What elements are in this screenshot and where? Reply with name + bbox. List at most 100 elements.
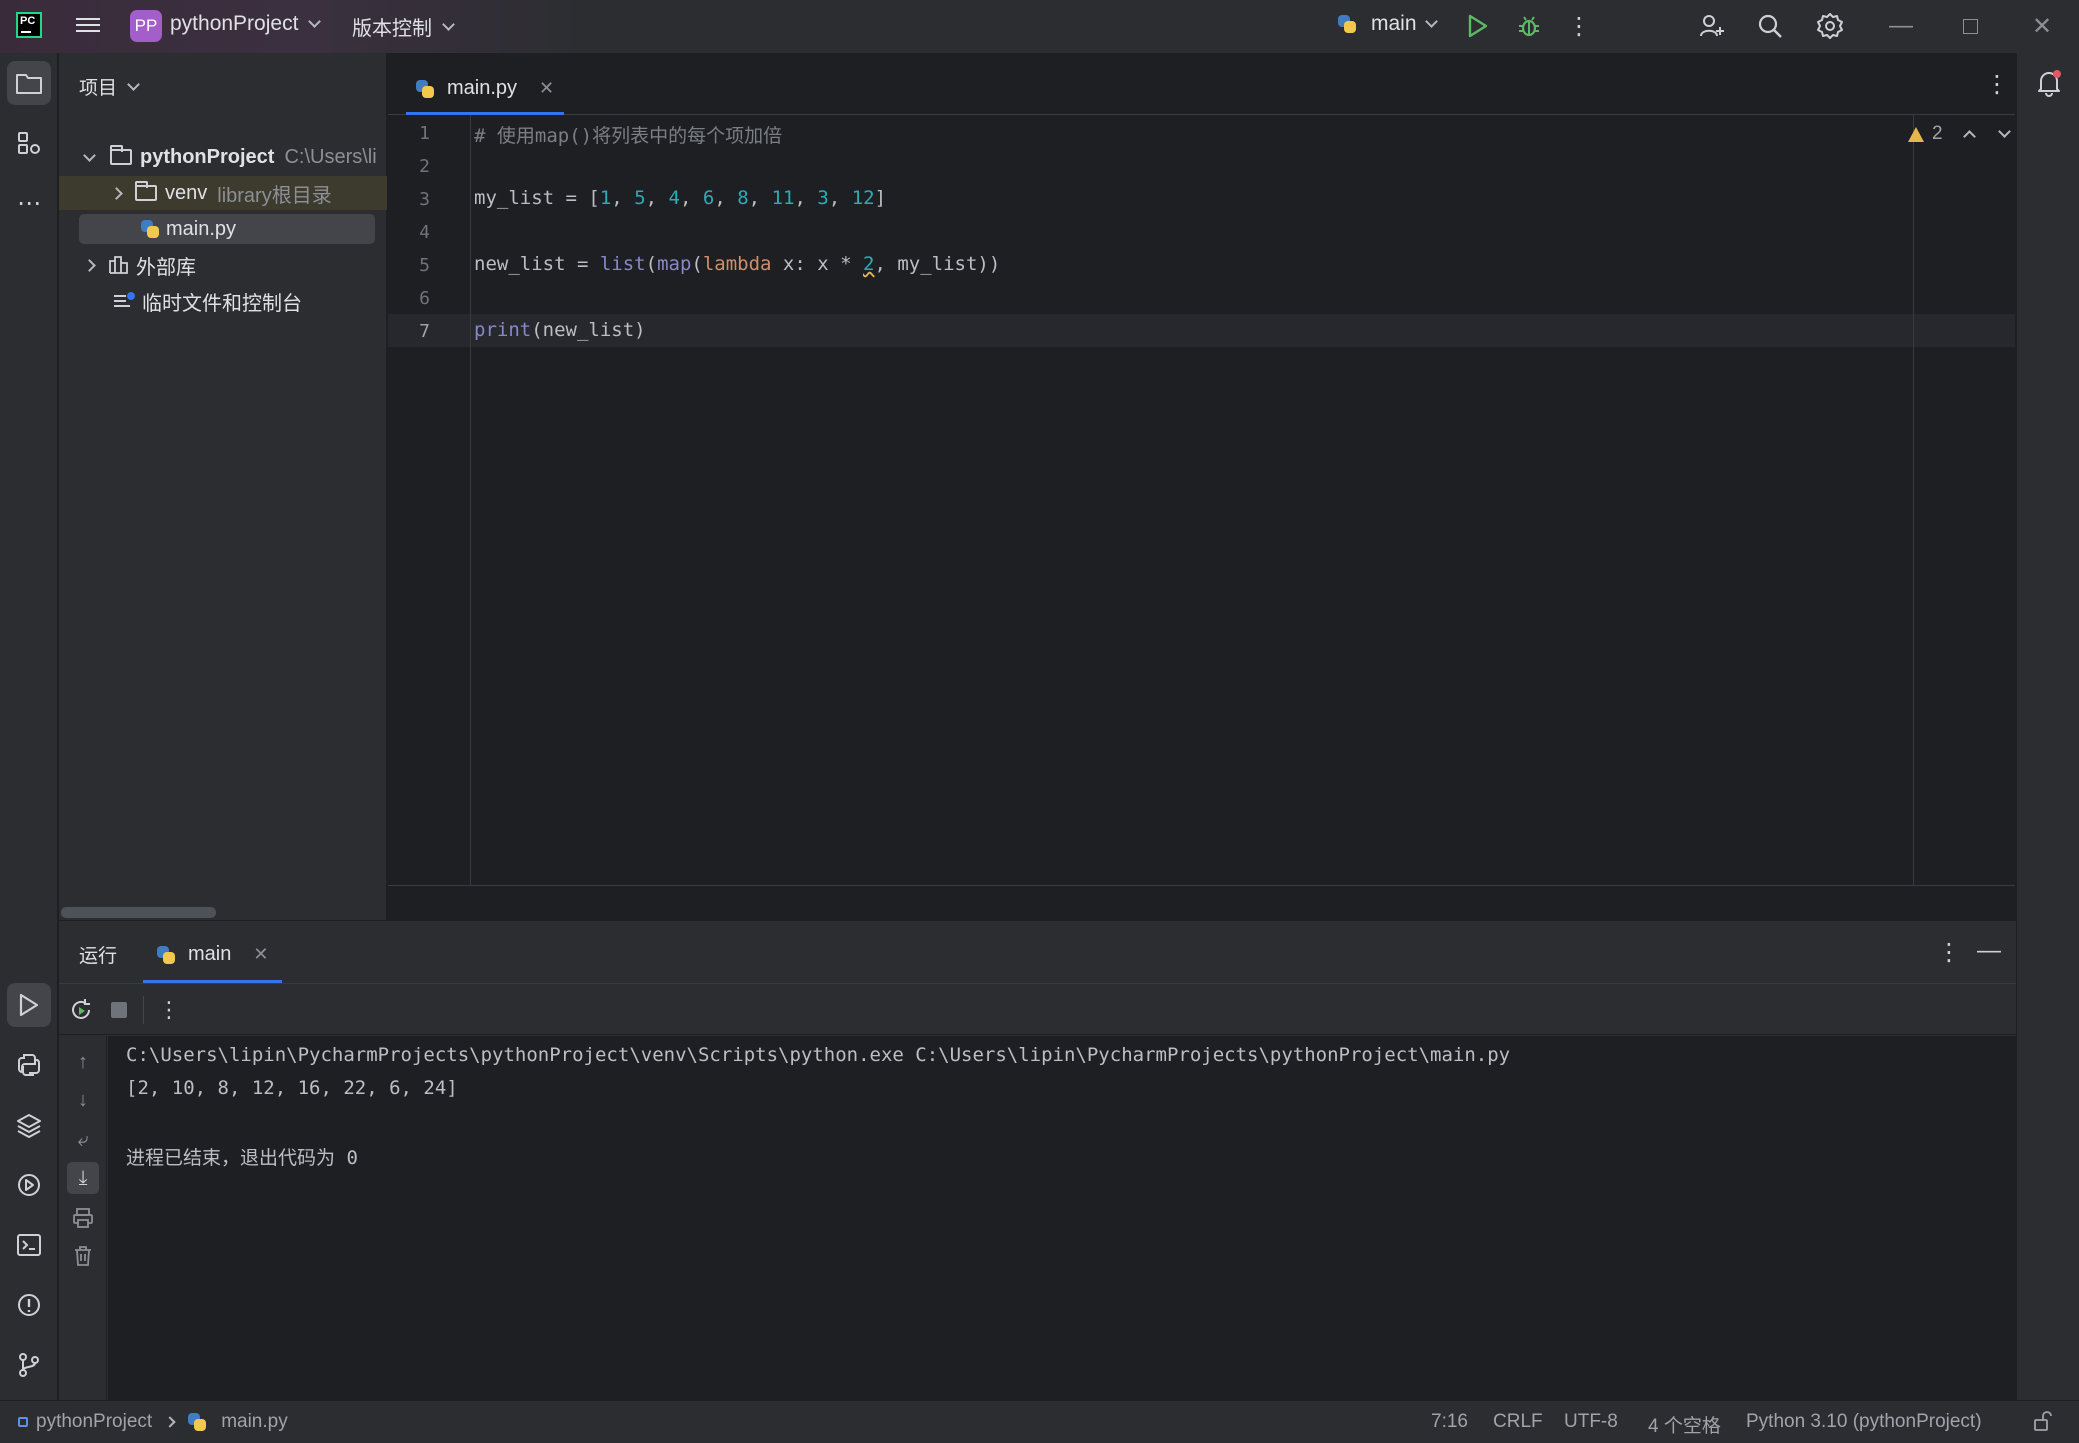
scroll-to-end-icon[interactable]: ⤓ [67, 1162, 99, 1194]
project-panel-header[interactable]: 项目 [79, 73, 140, 100]
line-number: 6 [419, 288, 430, 309]
code-line-7[interactable]: print(new_list) [474, 319, 646, 341]
more-icon[interactable]: ⋮ [1985, 73, 2009, 97]
print-icon[interactable] [67, 1202, 99, 1234]
hamburger-menu-icon[interactable] [76, 14, 100, 36]
tree-item-external-libraries[interactable]: 外部库 [59, 248, 387, 282]
library-icon [109, 256, 128, 274]
python-console-icon[interactable] [7, 1043, 51, 1087]
services-icon[interactable] [7, 1163, 51, 1207]
tab-label: main.py [447, 77, 518, 99]
debug-icon[interactable] [1513, 10, 1545, 42]
project-switcher[interactable]: pythonProject [170, 12, 322, 36]
chevron-up-icon[interactable] [1962, 129, 1976, 143]
left-tool-stripe: ⋯ [0, 53, 58, 1400]
problems-icon[interactable] [7, 1283, 51, 1327]
stop-icon[interactable] [103, 994, 135, 1026]
console-output[interactable]: C:\Users\lipin\PycharmProjects\pythonPro… [108, 1036, 2016, 1401]
warnings-count: 2 [1932, 123, 1943, 144]
code-number: 1 [599, 187, 612, 209]
horizontal-scrollbar[interactable] [61, 907, 216, 918]
code-keyword: lambda [702, 253, 772, 275]
more-icon[interactable]: ⋮ [1563, 10, 1595, 42]
chevron-down-icon [127, 77, 140, 91]
minimize-icon[interactable]: — [1885, 10, 1917, 42]
chevron-down-icon [308, 15, 322, 28]
editor-tab-bar: main.py ✕ ⋮ [388, 53, 2015, 115]
run-toolbar: ⋮ [59, 983, 2016, 1035]
more-tools-icon[interactable]: ⋯ [7, 181, 51, 225]
right-tool-stripe [2016, 53, 2079, 1400]
code-number: 4 [668, 187, 680, 209]
structure-icon[interactable] [7, 121, 51, 165]
code-token: , [828, 187, 852, 209]
project-tool-button[interactable] [7, 61, 51, 105]
cursor-position[interactable]: 7:16 [1431, 1411, 1468, 1433]
code-number: 2 [863, 253, 875, 275]
more-icon[interactable]: ⋮ [1937, 941, 1961, 965]
code-token: , [611, 187, 635, 209]
add-user-icon[interactable] [1696, 10, 1728, 42]
chevron-down-icon[interactable] [1997, 124, 2011, 138]
python-interpreter[interactable]: Python 3.10 (pythonProject) [1746, 1411, 1982, 1433]
scratches-label: 临时文件和控制台 [142, 292, 302, 315]
tree-item-scratches[interactable]: 临时文件和控制台 [59, 284, 387, 318]
run-icon[interactable] [1462, 10, 1494, 42]
code-line-3[interactable]: my_list = [1, 5, 4, 6, 8, 11, 3, 12] [474, 187, 886, 209]
breadcrumb-file[interactable]: main.py [221, 1411, 288, 1433]
code-token: new_list = [474, 253, 600, 275]
code-token: x: x * [771, 253, 863, 275]
code-number: 8 [737, 187, 749, 209]
rerun-icon[interactable] [65, 994, 97, 1026]
tree-item-main-py[interactable]: main.py [59, 212, 387, 246]
chevron-right-icon [110, 186, 123, 200]
python-icon [416, 79, 434, 98]
soft-wrap-icon[interactable]: ⤶ [67, 1124, 99, 1156]
scratches-icon [114, 292, 135, 307]
arrow-down-icon[interactable]: ↓ [67, 1084, 99, 1116]
notifications-icon[interactable] [2027, 61, 2071, 105]
maximize-icon[interactable] [1954, 10, 1986, 42]
tree-item-root[interactable]: pythonProject C:\Users\li [59, 140, 387, 174]
arrow-up-icon[interactable]: ↑ [67, 1046, 99, 1078]
indent-setting[interactable]: 4 个空格 [1648, 1411, 1721, 1438]
file-encoding[interactable]: UTF-8 [1564, 1411, 1618, 1433]
code-line-5[interactable]: new_list = list(map(lambda x: x * 2, my_… [474, 253, 1000, 275]
pycharm-logo-icon[interactable]: PC [16, 12, 42, 38]
code-line-1[interactable]: # 使用map()将列表中的每个项加倍 [474, 121, 782, 148]
toolbar-separator [143, 996, 144, 1024]
title-bar: PC PP pythonProject 版本控制 main ⋮ — ✕ [0, 0, 2079, 53]
line-separator[interactable]: CRLF [1493, 1411, 1543, 1433]
breadcrumb-project[interactable]: pythonProject [36, 1411, 152, 1433]
project-badge[interactable]: PP [130, 10, 162, 42]
close-icon[interactable]: ✕ [2026, 10, 2058, 42]
warning-icon [1908, 126, 1924, 142]
inspections-widget[interactable]: 2 [1908, 123, 2011, 145]
run-configuration-selector[interactable]: main [1338, 12, 1438, 36]
tab-main-py[interactable]: main.py ✕ [406, 65, 565, 115]
chevron-right-icon [83, 258, 96, 272]
venv-folder-note: library根目录 [217, 184, 332, 207]
layers-icon[interactable] [7, 1103, 51, 1147]
lock-icon[interactable] [2032, 1410, 2052, 1438]
run-tool-button[interactable] [7, 983, 51, 1027]
close-tab-icon[interactable]: ✕ [539, 78, 554, 99]
python-icon [1338, 15, 1356, 33]
minimize-panel-icon[interactable]: — [1977, 939, 2001, 963]
tree-item-venv[interactable]: venv library根目录 [59, 176, 387, 210]
terminal-icon[interactable] [7, 1223, 51, 1267]
trash-icon[interactable] [67, 1240, 99, 1272]
console-result-line: [2, 10, 8, 12, 16, 22, 6, 24] [126, 1077, 458, 1099]
console-command-line: C:\Users\lipin\PycharmProjects\pythonPro… [126, 1044, 1511, 1066]
more-icon[interactable]: ⋮ [153, 994, 185, 1026]
search-icon[interactable] [1754, 10, 1786, 42]
vcs-menu[interactable]: 版本控制 [352, 12, 455, 41]
folder-icon [135, 181, 157, 201]
tab-main-run[interactable]: main ✕ [143, 929, 283, 983]
git-icon[interactable] [7, 1343, 51, 1387]
line-number: 3 [419, 189, 430, 210]
close-tab-icon[interactable]: ✕ [253, 944, 268, 965]
settings-gear-icon[interactable] [1814, 10, 1846, 42]
run-tab-label: main [188, 943, 232, 965]
code-token: , [794, 187, 818, 209]
